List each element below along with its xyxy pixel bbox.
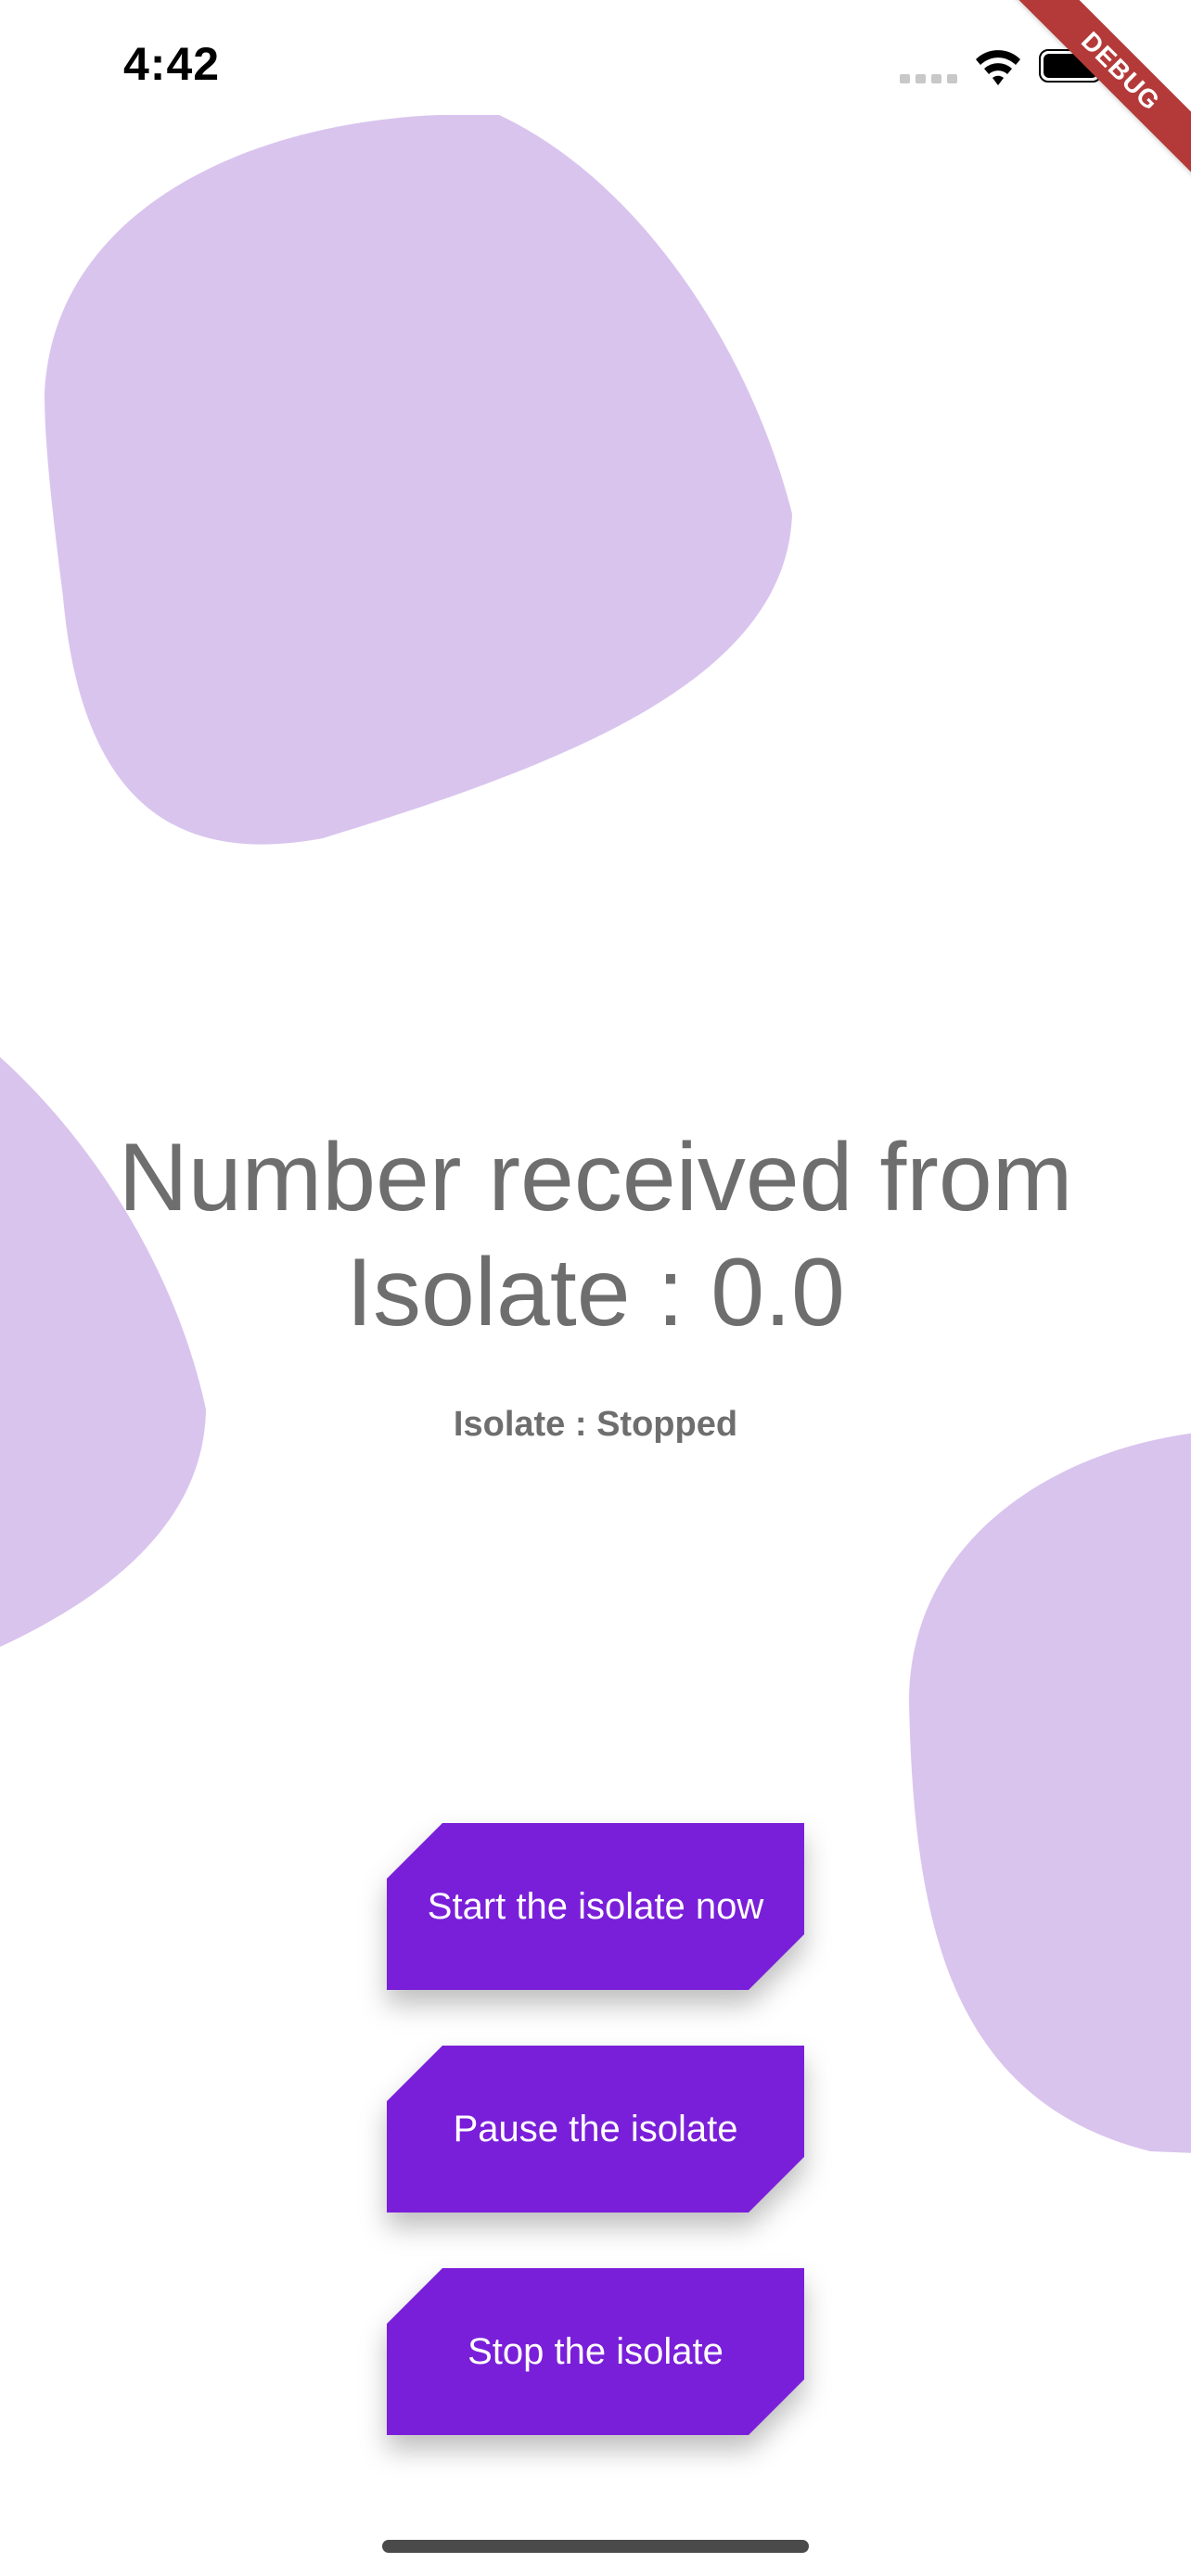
home-indicator[interactable] [382, 2540, 809, 2553]
start-button-container: Start the isolate now [387, 1823, 804, 1990]
cellular-signal-icon [900, 74, 957, 83]
isolate-status-text: Isolate : Stopped [453, 1405, 738, 1444]
stop-isolate-button[interactable]: Stop the isolate [387, 2268, 804, 2435]
status-bar: 4:42 [0, 0, 1191, 139]
pause-isolate-button[interactable]: Pause the isolate [387, 2046, 804, 2213]
decorative-blob-right [909, 1433, 1191, 2153]
pause-button-container: Pause the isolate [387, 2046, 804, 2213]
number-received-text: Number received from Isolate : 0.0 [118, 1124, 1073, 1346]
app-screen: 4:42 DEBUG Number received from Isolate … [0, 0, 1191, 2576]
start-isolate-button[interactable]: Start the isolate now [387, 1823, 804, 1990]
status-time: 4:42 [123, 38, 221, 90]
decorative-blob-top [45, 115, 792, 845]
stop-button-container: Stop the isolate [387, 2268, 804, 2435]
wifi-icon [976, 50, 1020, 85]
